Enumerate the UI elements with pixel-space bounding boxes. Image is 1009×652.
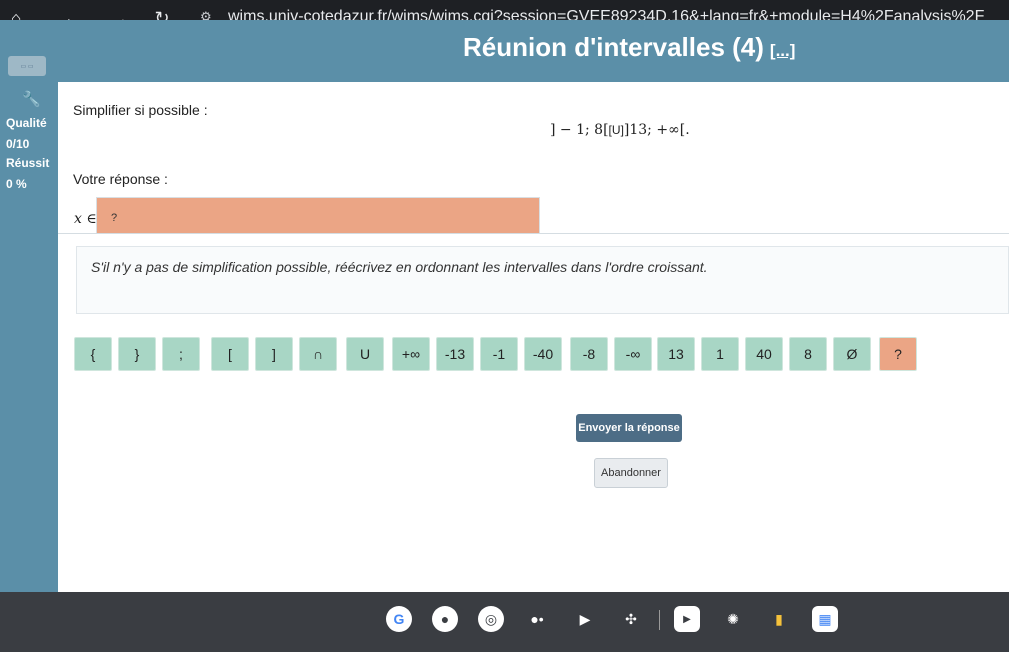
sidebar: 🔧 Qualité 0/10 Réussit 0 % — [0, 82, 58, 622]
openai-icon[interactable]: ✺ — [720, 606, 746, 632]
key-minus-40[interactable]: -40 — [524, 337, 562, 371]
key-minus-13[interactable]: -13 — [436, 337, 474, 371]
key-question[interactable]: ? — [879, 337, 917, 371]
abandon-button[interactable]: Abandonner — [594, 458, 668, 488]
page-title-text: Réunion d'intervalles (4) — [463, 32, 764, 62]
google-icon[interactable]: G — [386, 606, 412, 632]
chrome-icon[interactable]: ◎ — [478, 606, 504, 632]
taskbar-separator — [659, 610, 660, 630]
wrench-icon[interactable]: 🔧 — [22, 90, 41, 108]
key-13[interactable]: 13 — [657, 337, 695, 371]
answer-placeholder: ? — [111, 212, 118, 224]
play-store-icon[interactable]: ▶ — [572, 606, 598, 632]
symbol-keyboard: { } ; [ ] ∩ U +∞ -13 -1 -40 -8 -∞ 13 1 4… — [74, 337, 974, 377]
key-open-bracket[interactable]: [ — [211, 337, 249, 371]
pinwheel-icon[interactable]: ✣ — [618, 606, 644, 632]
hint-text: S'il n'y a pas de simplification possibl… — [91, 259, 708, 275]
exercise-prompt: Simplifier si possible : — [73, 102, 208, 118]
key-open-brace[interactable]: { — [74, 337, 112, 371]
quality-label: Qualité — [6, 116, 47, 130]
key-40[interactable]: 40 — [745, 337, 783, 371]
key-semicolon[interactable]: ; — [162, 337, 200, 371]
exercise-header: Réunion d'intervalles (4) [...] — [0, 20, 1009, 82]
formula-left: ] − 1; 8[ — [550, 122, 609, 138]
page-title: Réunion d'intervalles (4) [...] — [463, 32, 795, 63]
x-in-label: x ∈ — [74, 211, 97, 227]
submit-button[interactable]: Envoyer la réponse — [576, 414, 682, 442]
key-plus-infinity[interactable]: +∞ — [392, 337, 430, 371]
assistant-icon[interactable]: ●• — [524, 606, 550, 632]
answer-label: Votre réponse : — [73, 171, 168, 187]
key-minus-8[interactable]: -8 — [570, 337, 608, 371]
bookmark-icon[interactable]: ▮ — [766, 606, 792, 632]
key-empty-set[interactable]: Ø — [833, 337, 871, 371]
hint-box: S'il n'y a pas de simplification possibl… — [76, 246, 1009, 314]
launcher-icon[interactable]: ▦ — [812, 606, 838, 632]
messages-icon[interactable]: ● — [432, 606, 458, 632]
more-link[interactable]: [...] — [770, 41, 796, 60]
quality-value: 0/10 — [6, 137, 30, 151]
exercise-formula: ] − 1; 8[[U]]13; +∞[. — [550, 122, 690, 138]
formula-union: U — [611, 123, 621, 137]
success-label: Réussit — [6, 156, 50, 170]
divider — [58, 233, 1009, 234]
key-close-bracket[interactable]: ] — [255, 337, 293, 371]
exercise-page: Simplifier si possible : ] − 1; 8[[U]]13… — [58, 82, 1009, 592]
key-minus-infinity[interactable]: -∞ — [614, 337, 652, 371]
key-close-brace[interactable]: } — [118, 337, 156, 371]
key-union[interactable]: U — [346, 337, 384, 371]
success-value: 0 % — [6, 177, 27, 191]
sidebar-tab[interactable]: ▭ ▭ — [8, 56, 46, 76]
answer-input[interactable]: ? — [96, 197, 540, 234]
key-minus-1[interactable]: -1 — [480, 337, 518, 371]
key-1[interactable]: 1 — [701, 337, 739, 371]
key-8[interactable]: 8 — [789, 337, 827, 371]
youtube-icon[interactable]: ▶ — [674, 606, 700, 632]
taskbar: G ● ◎ ●• ▶ ✣ ▶ ✺ ▮ ▦ — [0, 592, 1009, 652]
key-intersection[interactable]: ∩ — [299, 337, 337, 371]
formula-right: ]13; +∞[. — [623, 122, 690, 138]
